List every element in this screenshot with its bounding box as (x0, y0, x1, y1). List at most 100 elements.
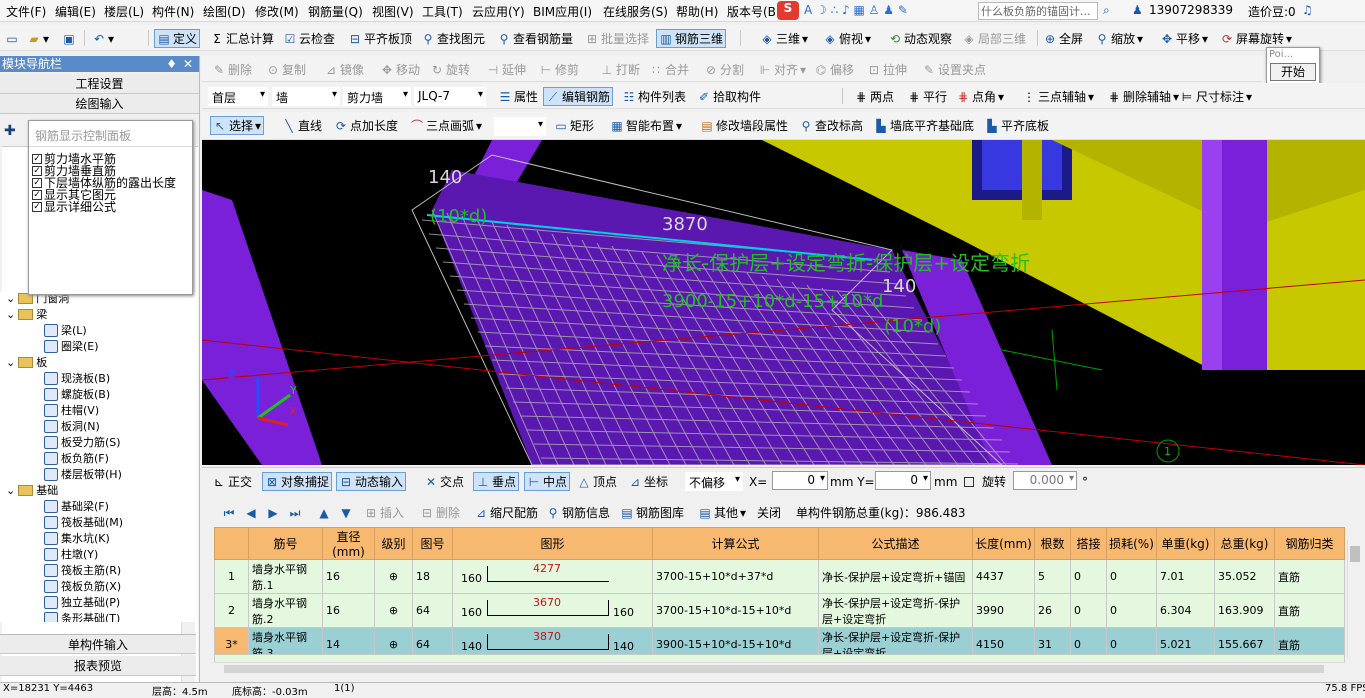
summary-calc-button[interactable]: Σ 汇总计算 (210, 29, 274, 48)
extend-button[interactable]: ⊣ 延伸 (486, 60, 526, 79)
row-number[interactable]: 1 (214, 559, 249, 594)
align-button[interactable]: ⊩ 对齐 ▾ (758, 60, 806, 79)
tree-item[interactable]: 筏板负筋(X) (44, 578, 121, 594)
offset-mode-select[interactable]: 不偏移 (685, 472, 743, 491)
prev-record-icon[interactable]: ◀ (244, 503, 258, 522)
user-phone[interactable]: 13907298339 (1149, 3, 1233, 17)
expand-icon[interactable]: ⌄ (6, 292, 15, 305)
rotate-checkbox[interactable] (964, 472, 974, 491)
pick-component-button[interactable]: ✐ 拾取构件 (697, 87, 761, 106)
rebar-library-button[interactable]: ▤ 钢筋图库 (620, 503, 684, 522)
tree-item[interactable]: ⌄ 梁 (6, 306, 47, 322)
align-slab-top-button[interactable]: ⊟ 平齐板顶 (348, 29, 412, 48)
define-button[interactable]: ▤ 定义 (154, 29, 201, 48)
pan-button[interactable]: ✥ 平移 ▾ (1160, 29, 1208, 48)
modify-wall-attr-button[interactable]: ▤ 修改墙段属性 (700, 116, 788, 135)
tree-item[interactable]: 梁(L) (44, 322, 87, 338)
dynamic-input-button[interactable]: ⊟ 动态输入 (336, 472, 407, 491)
cell-lap[interactable]: 0 (1070, 593, 1107, 628)
cell-formula[interactable]: 3700-15+10*d+37*d (652, 559, 819, 594)
header-formula-desc[interactable]: 公式描述 (818, 527, 973, 560)
type-select[interactable]: 墙 (272, 87, 340, 106)
tree-item[interactable]: 圈梁(E) (44, 338, 99, 354)
zoom-button[interactable]: ⚲ 缩放 ▾ (1095, 29, 1143, 48)
cell-unit-weight[interactable]: 6.304 (1156, 593, 1215, 628)
edit-rebar-button[interactable]: ⟋ 编辑钢筋 (543, 87, 614, 106)
tree-item[interactable]: 独立基础(P) (44, 594, 120, 610)
cell-diameter[interactable]: 16 (322, 593, 375, 628)
insert-button[interactable]: ⊞ 插入 (364, 503, 404, 522)
project-settings-button[interactable]: 工程设置 (0, 74, 199, 94)
cloud-check-button[interactable]: ☑ 云检查 (283, 29, 335, 48)
floor-select[interactable]: 首层 (208, 87, 268, 106)
cell-lap[interactable]: 0 (1070, 559, 1107, 594)
cell-formula[interactable]: 3700-15+10*d-15+10*d (652, 593, 819, 628)
rebar-info-button[interactable]: ⚲ 钢筋信息 (546, 503, 610, 522)
intersection-button[interactable]: ✕ 交点 (424, 472, 464, 491)
tree-item[interactable]: ⌄ 板 (6, 354, 47, 370)
table-row[interactable]: 1 墙身水平钢筋.1 16 ⊕ 18 160 4277 3700-15+10*d+37*d 净长… (214, 559, 1345, 594)
arc-mode-select[interactable] (494, 117, 546, 136)
top-view-button[interactable]: ◈ 俯视 ▾ (823, 29, 871, 48)
header-length[interactable]: 长度(mm) (972, 527, 1035, 560)
stretch-button[interactable]: ⊡ 拉伸 (867, 60, 907, 79)
cell-shape[interactable]: 160 3670 160 (452, 593, 653, 628)
dimension-button[interactable]: ⊨ 尺寸标注 ▾ (1180, 87, 1252, 106)
single-component-input-button[interactable]: 单构件输入 (0, 634, 196, 654)
menu-rebar-qty[interactable]: 钢筋量(Q) (308, 3, 363, 20)
component-select[interactable]: JLQ-7 (414, 87, 486, 106)
component-list-button[interactable]: ☷ 构件列表 (622, 87, 686, 106)
menu-bim[interactable]: BIM应用(I) (533, 3, 592, 20)
tree-item[interactable]: 集水坑(K) (44, 530, 110, 546)
cell-category[interactable]: 直筋 (1274, 559, 1345, 594)
3d-view-button[interactable]: ◈ 三维 ▾ (760, 29, 808, 48)
menu-draw[interactable]: 绘图(D) (203, 3, 246, 20)
cell-rebar-name[interactable]: 墙身水平钢筋.2 (248, 593, 323, 628)
menu-view[interactable]: 视图(V) (372, 3, 414, 20)
row-number[interactable]: 2 (214, 593, 249, 628)
other-button[interactable]: ▤ 其他 ▾ (698, 503, 746, 522)
close-panel-button[interactable]: 关闭 (757, 503, 781, 522)
two-point-button[interactable]: ⋕ 两点 (854, 87, 894, 106)
draw-input-button[interactable]: 绘图输入 (0, 94, 199, 114)
tree-item[interactable]: 柱墩(Y) (44, 546, 98, 562)
cell-count[interactable]: 26 (1034, 593, 1071, 628)
line-button[interactable]: ╲ 直线 (282, 116, 322, 135)
vertex-button[interactable]: △ 顶点 (577, 472, 617, 491)
parallel-button[interactable]: ⋕ 平行 (907, 87, 947, 106)
header-count[interactable]: 根数 (1034, 527, 1071, 560)
header-rebar-no[interactable]: 筋号 (248, 527, 323, 560)
tree-item[interactable]: 板洞(N) (44, 418, 100, 434)
cell-diameter[interactable]: 16 (322, 559, 375, 594)
menu-floor[interactable]: 楼层(L) (104, 3, 144, 20)
merge-button[interactable]: ∷ 合并 (649, 60, 689, 79)
cell-count[interactable]: 5 (1034, 559, 1071, 594)
header-lap[interactable]: 搭接 (1070, 527, 1107, 560)
close-icon[interactable]: ✕ (183, 56, 193, 72)
view-rebar-qty-button[interactable]: ⚲ 查看钢筋量 (497, 29, 573, 48)
tree-item[interactable]: 基础梁(F) (44, 498, 109, 514)
y-input[interactable]: 0 (875, 471, 931, 490)
check-show-formula[interactable]: ✓ 显示详细公式 (32, 201, 116, 213)
cell-unit-weight[interactable]: 7.01 (1156, 559, 1215, 594)
move-button[interactable]: ✥ 移动 (380, 60, 420, 79)
cell-rebar-name[interactable]: 墙身水平钢筋.1 (248, 559, 323, 594)
rectangle-button[interactable]: ▭ 矩形 (554, 116, 594, 135)
delete-axis-button[interactable]: ⋕ 删除辅轴 ▾ (1107, 87, 1179, 106)
new-file-icon[interactable]: ▭ (5, 29, 19, 48)
split-button[interactable]: ⊘ 分割 (704, 60, 744, 79)
orbit-button[interactable]: ⟲ 动态观察 (888, 29, 952, 48)
properties-button[interactable]: ☰ 属性 (498, 87, 538, 106)
expand-icon[interactable]: ⌄ (6, 484, 15, 497)
smart-layout-button[interactable]: ▦ 智能布置 ▾ (610, 116, 682, 135)
bell-icon[interactable]: ♫ (1302, 3, 1313, 17)
coordinate-button[interactable]: ⊿ 坐标 (628, 472, 668, 491)
3d-viewport[interactable]: 1 Z Y X 140 (10*d) 3870 净长-保护层+设定弯折-保护层+… (202, 140, 1365, 465)
screen-rotate-button[interactable]: ⟳ 屏幕旋转 ▾ (1220, 29, 1292, 48)
copy-button[interactable]: ⊙ 复制 (266, 60, 306, 79)
ortho-button[interactable]: ⊾ 正交 (212, 472, 252, 491)
cell-length[interactable]: 4437 (972, 559, 1035, 594)
scale-rebar-button[interactable]: ⊿ 缩尺配筋 (474, 503, 538, 522)
header-category[interactable]: 钢筋归类 (1274, 527, 1345, 560)
expand-icon[interactable]: ⌄ (6, 308, 15, 321)
